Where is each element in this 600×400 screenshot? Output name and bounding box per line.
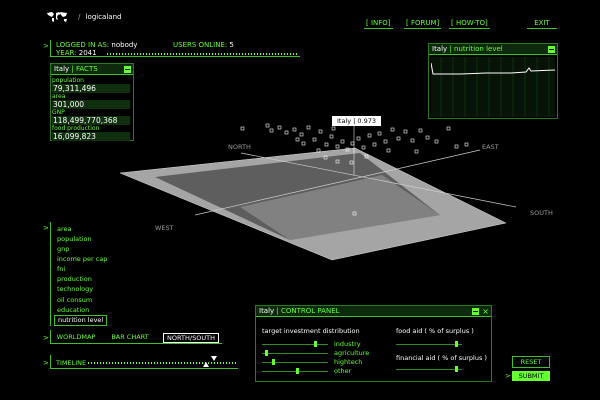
status-arrow-icon: > — [43, 42, 49, 50]
timeline-current-marker[interactable] — [211, 356, 217, 361]
menu-item-gnp[interactable]: gnp — [57, 245, 69, 254]
nav-howto-link[interactable]: [ HOW-TO] — [449, 19, 490, 29]
timeline-track[interactable] — [88, 362, 236, 364]
control-panel-country: Italy — [259, 307, 275, 315]
world-map-icon — [47, 12, 67, 22]
menu-item-population[interactable]: population — [57, 235, 92, 244]
financial-aid-label: financial aid ( % of surplus ) — [396, 354, 487, 362]
fact-value: 301,000 — [52, 100, 130, 109]
agriculture-slider[interactable] — [262, 353, 328, 354]
nutrition-title: | nutrition level — [449, 45, 503, 53]
investment-label: target investment distribution — [262, 327, 360, 335]
minimize-icon[interactable] — [472, 308, 479, 315]
option-hightech: hightech — [334, 358, 363, 366]
facts-panel-title: Italy | FACTS — [51, 64, 133, 75]
menu-item-nutrition-level[interactable]: nutrition level — [54, 315, 108, 326]
tab-north-south[interactable]: NORTH/SOUTH — [163, 333, 219, 343]
direction-south: SOUTH — [530, 209, 553, 217]
year-value: 2041 — [78, 49, 97, 57]
direction-north: NORTH — [228, 143, 251, 151]
app-title: logicaland — [85, 13, 122, 21]
close-icon[interactable]: × — [482, 307, 489, 316]
submit-arrow-icon: > — [505, 372, 511, 380]
logo — [46, 11, 68, 23]
tab-bar-chart[interactable]: BAR CHART — [108, 333, 152, 343]
exit-button[interactable]: EXIT — [527, 19, 557, 29]
nav-forum-link[interactable]: [ FORUM] — [404, 19, 442, 29]
minimize-icon[interactable] — [124, 66, 131, 73]
option-other: other — [334, 367, 352, 375]
submit-button[interactable]: SUBMIT — [512, 371, 550, 381]
direction-east: EAST — [482, 143, 499, 151]
nutrition-country: Italy — [432, 45, 448, 53]
facts-title: | FACTS — [71, 65, 98, 73]
menu-arrow-icon: > — [43, 224, 49, 232]
timeline-arrow-icon: > — [43, 359, 49, 367]
industry-slider[interactable] — [262, 344, 328, 345]
nutrition-panel: Italy | nutrition level — [428, 43, 558, 119]
menu-item-fni[interactable]: fni — [57, 265, 65, 274]
nutrition-chart — [431, 57, 555, 117]
hightech-slider-handle[interactable] — [272, 359, 275, 365]
industry-slider-handle[interactable] — [314, 341, 317, 347]
north-south-view — [119, 123, 517, 261]
control-panel: Italy | CONTROL PANEL × target investmen… — [255, 305, 492, 382]
other-slider[interactable] — [262, 371, 328, 372]
users-online-label: USERS ONLINE: — [173, 41, 228, 49]
year-label: YEAR: — [56, 49, 77, 57]
logged-in-label: LOGGED IN AS: — [56, 41, 110, 49]
map-tooltip: Italy | 0.973 — [332, 116, 382, 126]
financial-aid-slider[interactable] — [396, 369, 462, 370]
direction-west: WEST — [155, 224, 174, 232]
logged-in-user: nobody — [111, 41, 138, 49]
users-online-count: 5 — [229, 41, 234, 49]
food-aid-slider-handle[interactable] — [455, 341, 458, 347]
option-industry: industry — [334, 340, 361, 348]
nav-info-link[interactable]: [ INFO] — [364, 19, 393, 29]
menu-item-production[interactable]: production — [57, 275, 92, 284]
fact-label: population — [52, 77, 84, 84]
other-slider-handle[interactable] — [296, 368, 299, 374]
food-aid-label: food aid ( % of surplus ) — [396, 327, 474, 335]
timeline-start-marker[interactable] — [203, 362, 209, 367]
nutrition-panel-title: Italy | nutrition level — [429, 44, 557, 55]
food-aid-slider[interactable] — [396, 344, 462, 345]
option-agriculture: agriculture — [334, 349, 370, 357]
fact-value: 79,311,496 — [52, 84, 130, 93]
menu-item-area[interactable]: area — [57, 225, 72, 234]
financial-aid-slider-handle[interactable] — [455, 366, 458, 372]
menu-item-oil-consum[interactable]: oil consum — [57, 296, 92, 305]
facts-country: Italy — [54, 65, 70, 73]
fact-label: area — [52, 93, 66, 100]
tab-worldmap[interactable]: WORLDMAP — [55, 333, 97, 343]
menu-item-income-per-cap[interactable]: income per cap — [57, 255, 107, 264]
reset-button[interactable]: RESET — [512, 356, 550, 368]
timeline-label: TIMELINE — [56, 359, 87, 367]
control-panel-title: Italy | CONTROL PANEL — [256, 306, 491, 317]
menu-frame — [50, 222, 51, 326]
slash-separator: / — [78, 13, 81, 21]
menu-item-technology[interactable]: technology — [57, 285, 93, 294]
agriculture-slider-handle[interactable] — [265, 350, 268, 356]
control-panel-title-text: | CONTROL PANEL — [276, 307, 340, 315]
minimize-icon[interactable] — [548, 46, 555, 53]
menu-item-education[interactable]: education — [57, 306, 89, 315]
tabs-arrow-icon: > — [43, 334, 49, 342]
year-progress-bar — [107, 53, 297, 55]
